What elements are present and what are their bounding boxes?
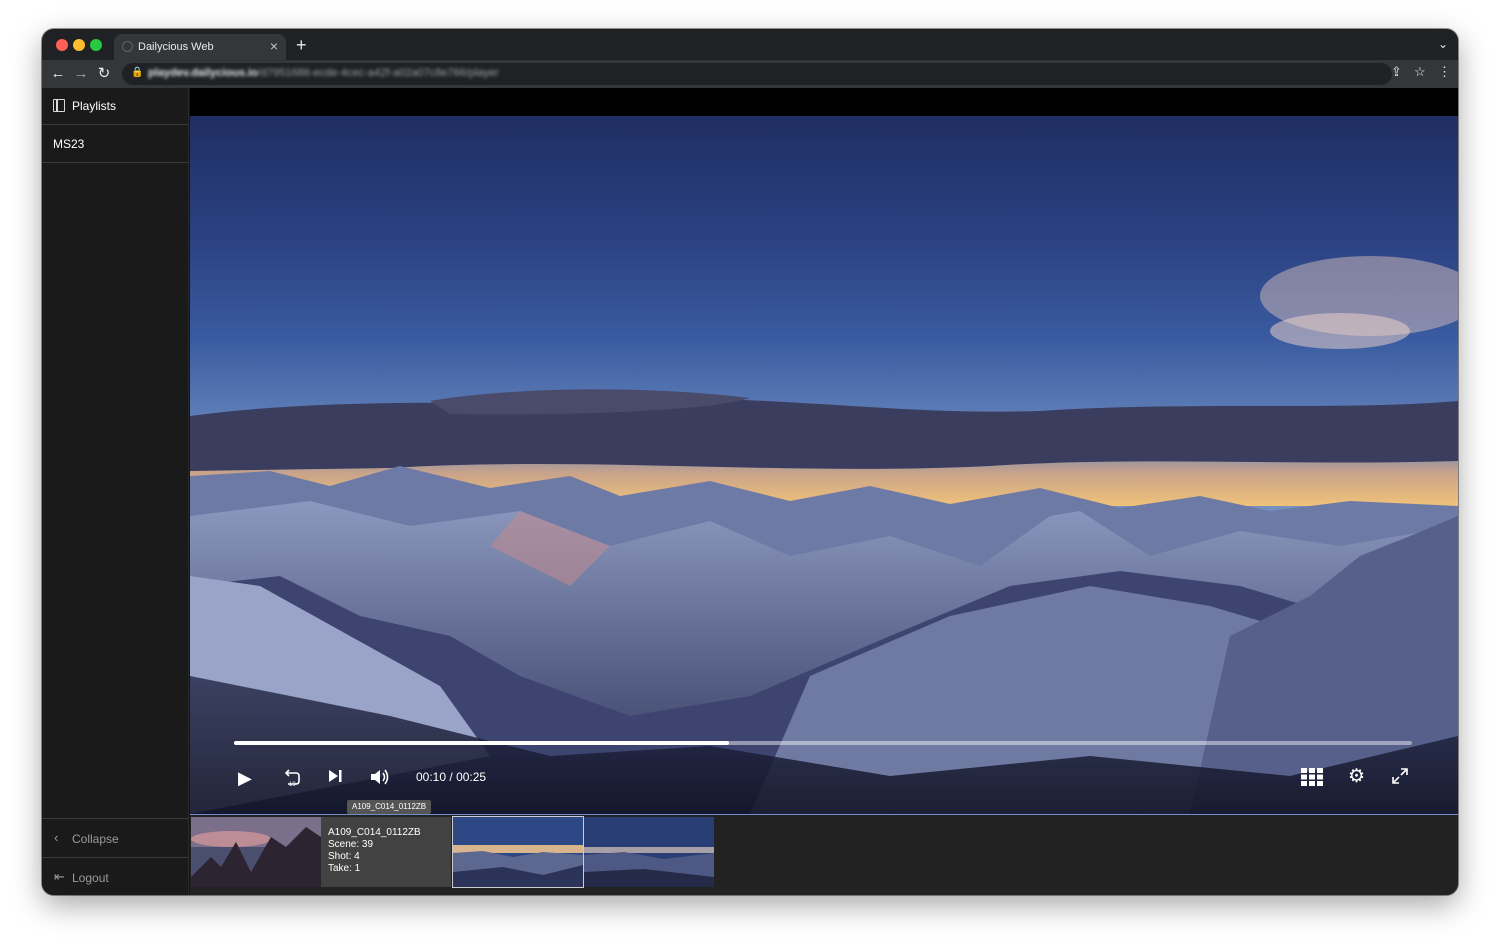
forward-button[interactable]: → xyxy=(71,64,91,84)
reload-button[interactable]: ↻ xyxy=(94,64,114,84)
seek-bar-progress xyxy=(234,741,729,745)
play-icon[interactable]: ▶ xyxy=(238,768,252,789)
app-area: Playlists MS23 ‹ Collapse ⇤ Logout ▶ 10 … xyxy=(42,88,1458,895)
collapse-label: Collapse xyxy=(72,832,119,846)
favicon-icon xyxy=(122,41,133,52)
clip-scene: Scene: 39 xyxy=(328,839,374,850)
clip-shot: Shot: 4 xyxy=(328,851,360,862)
tab-title: Dailycious Web xyxy=(138,41,214,53)
svg-text:10: 10 xyxy=(289,782,296,788)
share-icon[interactable]: ⇪ xyxy=(1391,64,1402,80)
clip-thumbnail[interactable] xyxy=(191,817,321,887)
sidebar-item-label: Playlists xyxy=(72,99,117,113)
address-bar[interactable]: 🔒 playdev.dailycious.io/d7951686-ecde-4c… xyxy=(122,63,1392,85)
clip-filmstrip: A109_C014_0112ZB A109_C014_0112ZB Scene:… xyxy=(190,800,1458,895)
clip-name: A109_C014_0112ZB xyxy=(328,827,421,838)
seek-bar[interactable] xyxy=(234,741,1412,745)
duration: 00:25 xyxy=(456,770,487,784)
lock-icon: 🔒 xyxy=(131,67,144,78)
time-display: 00:10 / 00:25 xyxy=(416,770,487,784)
browser-tab[interactable]: Dailycious Web × xyxy=(114,34,286,60)
collapse-button[interactable]: ‹ Collapse xyxy=(42,818,189,856)
sidebar-item-playlists[interactable]: Playlists xyxy=(42,88,189,125)
clip-take: Take: 1 xyxy=(328,863,361,874)
browser-toolbar: ← → ↻ 🔒 playdev.dailycious.io/d7951686-e… xyxy=(42,60,1458,88)
logout-button[interactable]: ⇤ Logout xyxy=(42,857,189,895)
browser-menu-icon[interactable]: ⋮ xyxy=(1438,64,1451,80)
chevron-left-icon: ‹ xyxy=(54,830,59,845)
sidebar-item-label: MS23 xyxy=(53,137,85,151)
clip-thumbnail[interactable] xyxy=(584,817,714,887)
video-frame[interactable]: ▶ 10 00:10 / 00:25 ⚙ xyxy=(190,116,1458,814)
bookmark-star-icon[interactable]: ☆ xyxy=(1414,64,1426,80)
tab-close-icon[interactable]: × xyxy=(270,38,278,54)
minimize-window-button[interactable] xyxy=(73,39,85,51)
sidebar: Playlists MS23 ‹ Collapse ⇤ Logout xyxy=(42,88,189,895)
mountain-landscape-image xyxy=(190,256,1458,814)
video-player[interactable]: ▶ 10 00:10 / 00:25 ⚙ xyxy=(190,88,1458,814)
url-text: playdev.dailycious.io/d7951686-ecde-4cec… xyxy=(148,67,499,79)
film-icon xyxy=(53,99,65,112)
tab-search-icon[interactable]: ⌄ xyxy=(1438,37,1448,51)
clip-info-panel: A109_C014_0112ZB Scene: 39 Shot: 4 Take:… xyxy=(321,817,451,887)
close-window-button[interactable] xyxy=(56,39,68,51)
logout-label: Logout xyxy=(72,871,109,885)
current-time: 00:10 xyxy=(416,770,447,784)
settings-icon[interactable]: ⚙ xyxy=(1348,765,1365,788)
back-button[interactable]: ← xyxy=(48,64,68,84)
clip-tooltip: A109_C014_0112ZB xyxy=(347,800,432,814)
tab-bar: Dailycious Web × + ⌄ xyxy=(42,29,1458,60)
logout-icon: ⇤ xyxy=(54,869,65,884)
sidebar-item-ms23[interactable]: MS23 xyxy=(42,126,189,163)
clip-thumbnail-active[interactable] xyxy=(452,816,584,888)
maximize-window-button[interactable] xyxy=(90,39,102,51)
browser-window: Dailycious Web × + ⌄ ← → ↻ 🔒 playdev.dai… xyxy=(42,29,1458,895)
new-tab-button[interactable]: + xyxy=(296,35,307,56)
